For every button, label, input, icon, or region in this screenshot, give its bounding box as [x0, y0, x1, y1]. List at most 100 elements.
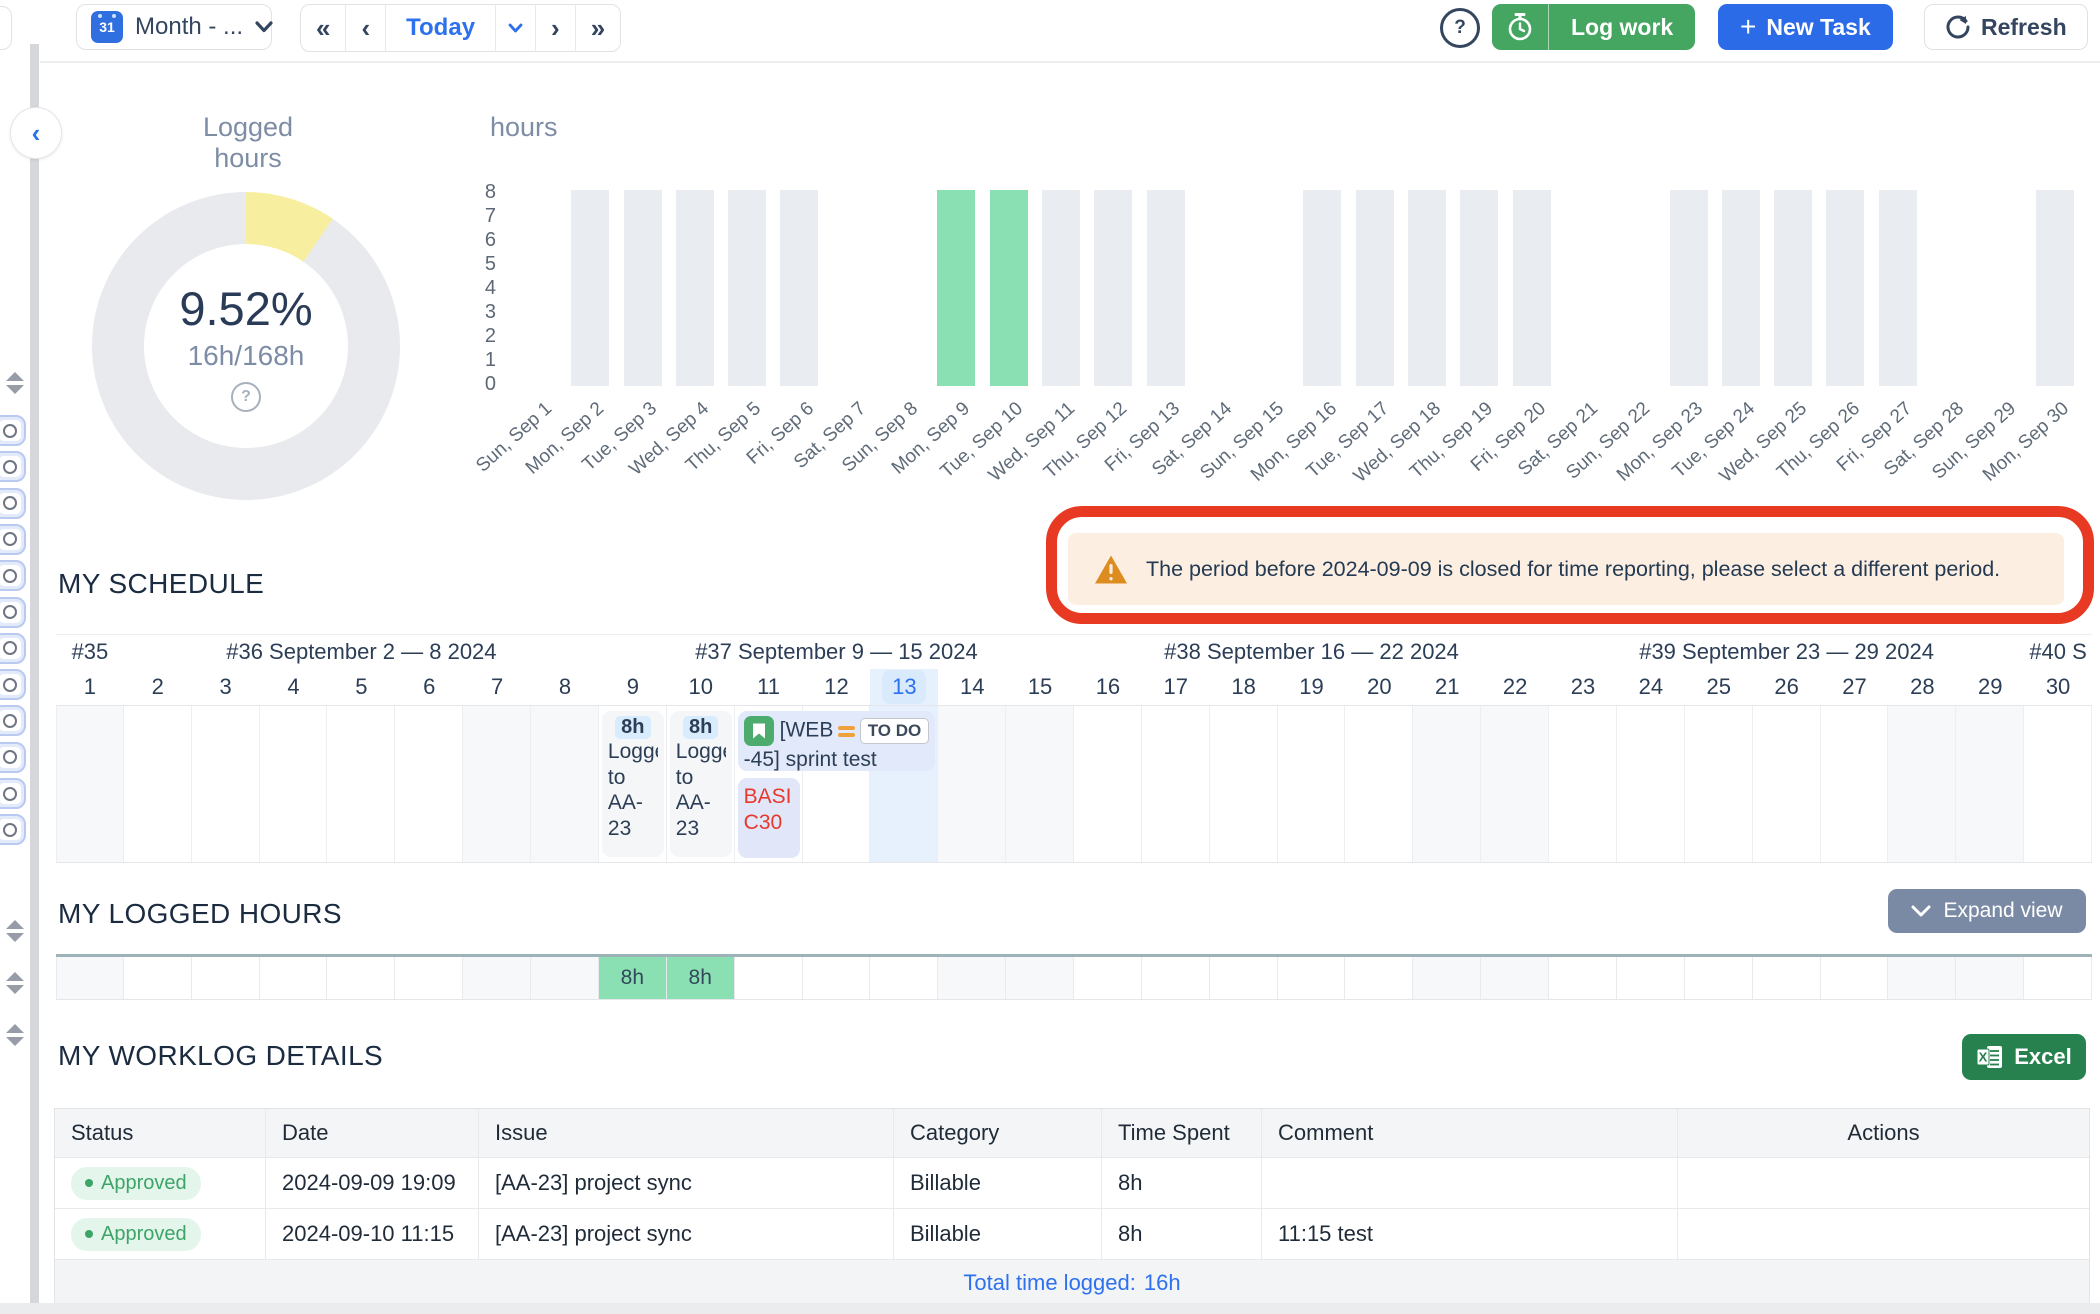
- logged-hours-cell[interactable]: [124, 957, 192, 999]
- bar[interactable]: [1826, 190, 1864, 386]
- today-dropdown-button[interactable]: [496, 5, 536, 51]
- rail-item-button[interactable]: [0, 488, 26, 519]
- new-task-button[interactable]: + New Task: [1718, 4, 1893, 50]
- day-number-cell[interactable]: 29: [1956, 669, 2024, 705]
- schedule-day-column[interactable]: [124, 706, 192, 862]
- schedule-day-column[interactable]: [192, 706, 260, 862]
- day-number-cell[interactable]: 22: [1481, 669, 1549, 705]
- day-number-cell[interactable]: 15: [1006, 669, 1074, 705]
- rail-spinner[interactable]: [4, 372, 26, 394]
- rail-item-button[interactable]: [0, 814, 26, 845]
- day-number-cell[interactable]: 21: [1413, 669, 1481, 705]
- day-number-cell[interactable]: 11: [735, 669, 803, 705]
- schedule-day-column[interactable]: [1617, 706, 1685, 862]
- logged-hours-cell[interactable]: [1142, 957, 1210, 999]
- schedule-day-column[interactable]: [1006, 706, 1074, 862]
- logged-hours-cell[interactable]: [1753, 957, 1821, 999]
- day-number-cell[interactable]: 23: [1549, 669, 1617, 705]
- logged-hours-cell[interactable]: [1006, 957, 1074, 999]
- schedule-day-column[interactable]: [260, 706, 328, 862]
- day-number-cell[interactable]: 25: [1685, 669, 1753, 705]
- nav-last-button[interactable]: »: [576, 5, 620, 51]
- day-number-cell[interactable]: 12: [803, 669, 871, 705]
- rail-item-button[interactable]: [0, 742, 26, 773]
- schedule-day-column[interactable]: [56, 706, 124, 862]
- donut-help-button[interactable]: ?: [231, 382, 261, 412]
- rail-item-button[interactable]: [0, 415, 26, 446]
- rail-spinner[interactable]: [4, 1024, 26, 1046]
- day-number-cell[interactable]: 14: [938, 669, 1006, 705]
- nav-next-button[interactable]: ›: [536, 5, 576, 51]
- rail-spinner[interactable]: [4, 920, 26, 942]
- day-number-cell[interactable]: 5: [327, 669, 395, 705]
- schedule-day-column[interactable]: [1888, 706, 1956, 862]
- logged-hours-cell[interactable]: [870, 957, 938, 999]
- day-number-cell[interactable]: 3: [192, 669, 260, 705]
- day-number-cell[interactable]: 8: [531, 669, 599, 705]
- logged-hours-cell[interactable]: [735, 957, 803, 999]
- day-number-cell[interactable]: 26: [1753, 669, 1821, 705]
- schedule-day-column[interactable]: [1074, 706, 1142, 862]
- day-number-cell[interactable]: 9: [599, 669, 667, 705]
- bar[interactable]: [990, 190, 1028, 386]
- bar[interactable]: [1303, 190, 1341, 386]
- help-button[interactable]: ?: [1440, 8, 1480, 48]
- nav-first-button[interactable]: «: [301, 5, 346, 51]
- excel-export-button[interactable]: X Excel: [1962, 1034, 2086, 1080]
- rail-spinner[interactable]: [4, 972, 26, 994]
- day-number-cell[interactable]: 17: [1142, 669, 1210, 705]
- logged-hours-cell[interactable]: [192, 957, 260, 999]
- worklog-attribute-card[interactable]: BASIC30: [738, 778, 800, 858]
- schedule-day-column[interactable]: [938, 706, 1006, 862]
- schedule-day-column[interactable]: [463, 706, 531, 862]
- logged-hours-cell[interactable]: [1481, 957, 1549, 999]
- bar[interactable]: [1513, 190, 1551, 386]
- logged-hours-cell[interactable]: [56, 957, 124, 999]
- bar[interactable]: [1147, 190, 1185, 386]
- logged-hours-cell[interactable]: [463, 957, 531, 999]
- horizontal-scrollbar-track[interactable]: [0, 1303, 2100, 1314]
- day-number-cell[interactable]: 7: [463, 669, 531, 705]
- logged-hours-cell[interactable]: [1821, 957, 1889, 999]
- day-number-cell[interactable]: 20: [1345, 669, 1413, 705]
- bar[interactable]: [571, 190, 609, 386]
- period-selector[interactable]: 31 Month - ...: [76, 4, 272, 50]
- log-work-button[interactable]: Log work: [1549, 4, 1695, 50]
- task-card[interactable]: TO DO[WEB-45] sprint test: [738, 711, 936, 771]
- schedule-day-column[interactable]: [1481, 706, 1549, 862]
- timer-button[interactable]: [1492, 4, 1549, 50]
- schedule-day-column[interactable]: [1821, 706, 1889, 862]
- schedule-day-column[interactable]: [1753, 706, 1821, 862]
- bar[interactable]: [1356, 190, 1394, 386]
- expand-view-button[interactable]: Expand view: [1888, 889, 2086, 933]
- logged-hours-cell[interactable]: [1345, 957, 1413, 999]
- day-number-cell[interactable]: 10: [667, 669, 735, 705]
- schedule-day-column[interactable]: [1278, 706, 1346, 862]
- day-number-cell[interactable]: 6: [395, 669, 463, 705]
- bar[interactable]: [1408, 190, 1446, 386]
- day-number-cell[interactable]: 4: [260, 669, 328, 705]
- logged-work-card[interactable]: 8hLogged to AA-23: [602, 711, 664, 857]
- bar[interactable]: [1670, 190, 1708, 386]
- day-number-cell[interactable]: 13: [870, 669, 938, 705]
- rail-item-button[interactable]: [0, 705, 26, 736]
- logged-hours-cell[interactable]: 8h: [599, 957, 667, 999]
- logged-hours-cell[interactable]: [1956, 957, 2024, 999]
- logged-hours-cell[interactable]: [1617, 957, 1685, 999]
- schedule-day-column[interactable]: [1956, 706, 2024, 862]
- bar[interactable]: [1460, 190, 1498, 386]
- day-number-cell[interactable]: 1: [56, 669, 124, 705]
- schedule-day-column[interactable]: [2024, 706, 2092, 862]
- logged-hours-cell[interactable]: [803, 957, 871, 999]
- bar[interactable]: [780, 190, 818, 386]
- logged-hours-cell[interactable]: [1278, 957, 1346, 999]
- refresh-button[interactable]: Refresh: [1924, 4, 2088, 50]
- bar[interactable]: [2036, 190, 2074, 386]
- today-button[interactable]: Today: [386, 5, 496, 51]
- rail-item-button[interactable]: [0, 451, 26, 482]
- schedule-day-column[interactable]: [531, 706, 599, 862]
- bar[interactable]: [676, 190, 714, 386]
- collapse-panel-button[interactable]: ‹: [10, 107, 62, 159]
- rail-item-button[interactable]: [0, 633, 26, 664]
- schedule-day-column[interactable]: [1210, 706, 1278, 862]
